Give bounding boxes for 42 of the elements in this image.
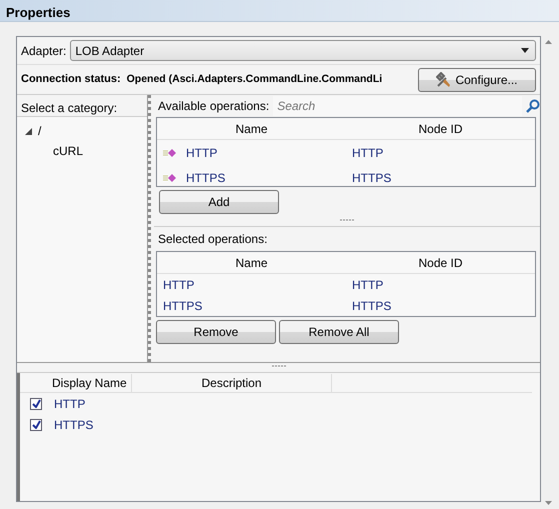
tree-item[interactable]: / (38, 122, 42, 140)
adapter-label: Adapter: (21, 42, 66, 60)
column-header[interactable]: Node ID (346, 254, 535, 272)
table-cell-text: HTTPS (162, 298, 204, 314)
search-field[interactable]: Search (273, 96, 522, 116)
tree-item[interactable]: cURL (53, 142, 84, 160)
column-header[interactable]: Node ID (346, 120, 535, 138)
connection-status-value: Opened (Asci.Adapters.CommandLine.CommandLi (126, 72, 384, 87)
column-header[interactable]: Name (157, 120, 346, 138)
column-header[interactable]: Display Name (52, 374, 132, 392)
table-cell-text: HTTPS (54, 416, 94, 434)
splitter-grip[interactable] (340, 218, 354, 221)
table-cell-text: HTTP (351, 144, 384, 162)
table-cell-text: HTTPS (351, 298, 392, 314)
checkbox[interactable] (30, 418, 42, 430)
table-cell-text: HTTP (162, 276, 196, 294)
expander-icon[interactable] (25, 128, 32, 134)
checkbox[interactable] (30, 398, 42, 410)
remove-button[interactable]: Remove (156, 320, 276, 344)
remove-all-button[interactable]: Remove All (279, 320, 399, 344)
search-icon[interactable] (526, 99, 540, 113)
column-header[interactable]: Description (132, 374, 332, 392)
table-cell-text: HTTP (351, 276, 384, 294)
column-header[interactable]: Name (157, 254, 346, 272)
dropdown-arrow-icon (521, 48, 529, 53)
configure-button[interactable]: Configure... (418, 68, 536, 92)
table-cell-text: HTTP (185, 144, 218, 162)
add-button[interactable]: Add (159, 190, 279, 214)
available-operations-label: Available operations: (158, 98, 270, 115)
window-title: Properties (0, 0, 559, 22)
operation-icon (163, 148, 177, 158)
scroll-down-icon[interactable] (545, 501, 552, 505)
table-cell-text: HTTPS (351, 170, 392, 186)
table-cell-text: HTTPS (185, 170, 226, 186)
tools-icon (436, 72, 452, 88)
operation-icon (163, 172, 177, 182)
splitter-grip[interactable] (272, 364, 286, 367)
table-cell-text: HTTP (54, 396, 86, 412)
adapter-dropdown[interactable]: LOB Adapter (70, 40, 536, 61)
scroll-up-icon[interactable] (545, 40, 552, 44)
connection-status-label: Connection status: (21, 72, 121, 88)
selected-operations-label: Selected operations: (157, 231, 268, 248)
